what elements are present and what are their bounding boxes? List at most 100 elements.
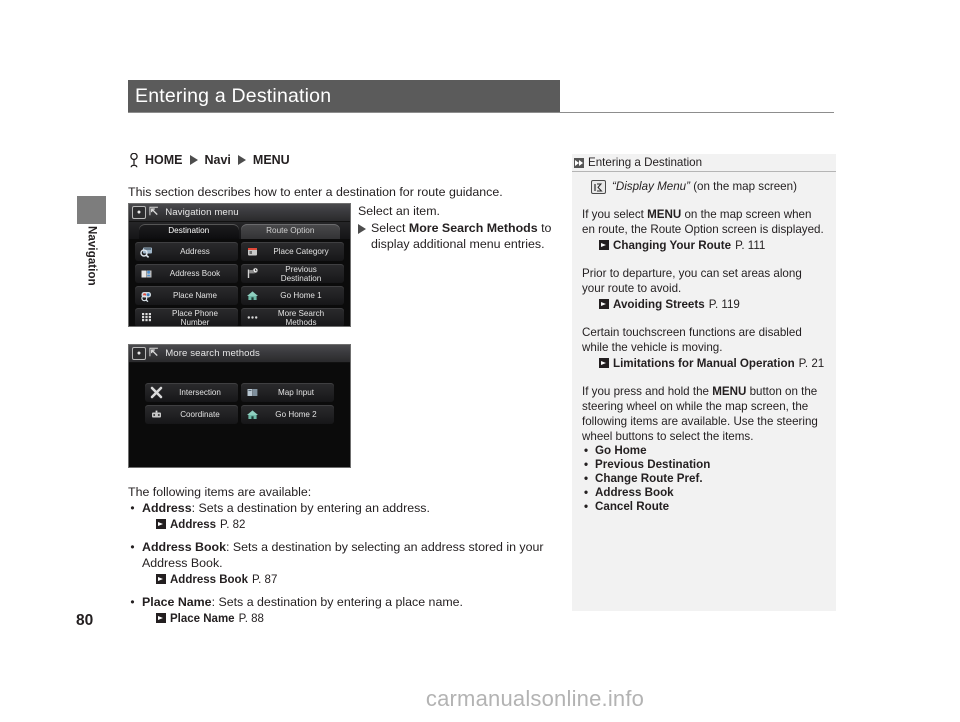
cross-reference[interactable]: Changing Your Route P. 111 [599, 238, 826, 253]
jump-arrow-icon [599, 240, 609, 250]
side-note-paragraph-2: Prior to departure, you can set areas al… [582, 267, 802, 295]
items-list: • Address: Sets a destination by enterin… [128, 500, 560, 627]
list-item-desc: : Sets a destination by entering a place… [211, 595, 463, 609]
map-input-icon [246, 386, 259, 399]
more-search-button-grid: Intersection Map Input Coordinate Go Hom… [129, 363, 350, 424]
side-note-paragraph-1: If you select MENU on the map screen whe… [582, 207, 826, 237]
list-item-name: Address [142, 501, 192, 515]
cross-reference-page: P. 21 [798, 357, 825, 370]
page-number: 80 [76, 612, 94, 629]
paragraph-bold: MENU [647, 208, 682, 221]
callout-prefix: Select [371, 221, 409, 235]
side-note-panel: Entering a Destination “Display Menu” (o… [572, 154, 836, 611]
cross-reference-page: P. 111 [735, 239, 766, 252]
cross-reference-label: Changing Your Route [613, 239, 732, 252]
callout-line-2-text: Select More Search Methods to display ad… [371, 220, 558, 252]
jump-arrow-icon [599, 358, 609, 368]
nav-button-address-book[interactable]: Address Book [135, 264, 238, 283]
place-category-icon [246, 245, 259, 258]
nav-button-go-home-2[interactable]: Go Home 2 [241, 405, 334, 424]
bullet-dot: • [583, 472, 589, 485]
breadcrumb-item-home[interactable]: HOME [145, 153, 183, 167]
list-item: • Place Name: Sets a destination by ente… [128, 594, 560, 610]
list-item: • Cancel Route [582, 500, 826, 514]
callout-line-2: Select More Search Methods to display ad… [358, 220, 558, 252]
nav-button-label: Previous Destination [280, 264, 322, 283]
voice-command-phrase: “Display Menu” [612, 180, 690, 193]
chevron-right-icon [358, 224, 366, 234]
nav-button-label: Coordinate [180, 410, 220, 419]
nav-button-label: Place Category [273, 247, 329, 256]
nav-button-place-category[interactable]: Place Category [241, 242, 344, 261]
nav-button-map-input[interactable]: Map Input [241, 383, 334, 402]
cross-reference-page: P. 88 [238, 613, 264, 625]
nav-button-go-home-1[interactable]: Go Home 1 [241, 286, 344, 305]
callout-line-1: Select an item. [358, 204, 440, 218]
home-house-icon [246, 289, 259, 302]
list-item-desc: : Sets a destination by entering an addr… [191, 501, 430, 515]
side-note-paragraph-3: Certain touchscreen functions are disabl… [582, 326, 802, 354]
nav-button-place-name[interactable]: Place Name [135, 286, 238, 305]
bullet-dot: • [130, 501, 135, 515]
items-intro: The following items are available: [128, 485, 312, 499]
nav-button-label: Intersection [179, 388, 221, 397]
manual-page: Entering a Destination Navigation 80 HOM… [0, 0, 960, 722]
cross-reference-label: Address Book [170, 574, 248, 586]
steering-wheel-items-list: • Go Home • Previous Destination • Change R… [582, 444, 826, 514]
cross-reference[interactable]: Avoiding Streets P. 119 [599, 297, 826, 312]
home-screen-icon[interactable]: ● [132, 206, 146, 219]
address-book-icon [140, 267, 153, 280]
cross-reference-page: P. 87 [251, 574, 278, 586]
paragraph-pre: If you press and hold the [582, 385, 713, 398]
side-note-body: “Display Menu” (on the map screen) If yo… [572, 172, 836, 514]
chevron-right-icon [237, 154, 246, 165]
nav-button-label: Go Home 1 [280, 291, 322, 300]
bullet-dot: • [583, 500, 589, 513]
tab-route-option[interactable]: Route Option [240, 224, 340, 239]
list-item: • Address: Sets a destination by enterin… [128, 500, 560, 516]
cross-reference[interactable]: Limitations for Manual Operation P. 21 [599, 356, 826, 371]
list-item-name: Place Name [142, 595, 212, 609]
back-arrow-icon[interactable]: ⇱ [149, 207, 158, 218]
home-screen-icon[interactable]: ● [132, 347, 146, 360]
jump-arrow-icon [599, 299, 609, 309]
cross-reference[interactable]: Place Name P. 88 [156, 611, 560, 627]
nav-button-intersection[interactable]: Intersection [145, 383, 238, 402]
jump-arrow-icon [156, 613, 166, 623]
nav-button-label: Address Book [169, 269, 221, 278]
back-arrow-icon[interactable]: ⇱ [149, 348, 158, 359]
list-item-text: Address Book: Sets a destination by sele… [142, 539, 560, 571]
nav-button-more-search-methods[interactable]: More Search Methods [241, 308, 344, 326]
cross-reference-label: Place Name [170, 613, 235, 625]
paragraph-bold: MENU [712, 385, 747, 398]
list-item: • Previous Destination [582, 458, 826, 472]
nav-button-place-phone-number[interactable]: Place Phone Number [135, 308, 238, 326]
site-watermark: carmanualsonline.info [0, 686, 960, 712]
select-item-callout: Select an item. Select More Search Metho… [358, 203, 558, 252]
cross-reference[interactable]: Address P. 82 [156, 517, 560, 533]
list-item-text: Address: Sets a destination by entering … [142, 500, 560, 516]
side-note-title: Entering a Destination [588, 156, 703, 169]
keypad-icon [140, 311, 153, 324]
list-item-label: Address Book [595, 486, 674, 499]
cross-reference[interactable]: Address Book P. 87 [156, 572, 560, 588]
list-item-label: Previous Destination [595, 458, 711, 471]
nav-button-previous-destination[interactable]: Previous Destination [241, 264, 344, 283]
more-search-methods-screenshot: ● ⇱ More search methods Intersection Map… [128, 344, 351, 468]
breadcrumb-item-menu[interactable]: MENU [253, 153, 290, 167]
cross-reference-label: Limitations for Manual Operation [613, 357, 795, 370]
margin-section-label-text: Navigation [85, 226, 98, 286]
margin-section-label: Navigation [77, 224, 106, 334]
cross-reference-label: Avoiding Streets [613, 298, 705, 311]
voice-command-row: “Display Menu” (on the map screen) [591, 179, 826, 194]
previous-destination-flag-icon [246, 267, 259, 280]
nav-button-label: Go Home 2 [275, 410, 317, 419]
tab-destination[interactable]: Destination [139, 224, 239, 239]
header-divider [128, 112, 834, 113]
nav-button-address[interactable]: Address [135, 242, 238, 261]
nav-button-coordinate[interactable]: Coordinate [145, 405, 238, 424]
cross-reference-page: P. 119 [708, 298, 740, 311]
list-item-label: Change Route Pref. [595, 472, 703, 485]
list-item-text: Place Name: Sets a destination by enteri… [142, 594, 560, 610]
breadcrumb-item-navi[interactable]: Navi [205, 153, 231, 167]
